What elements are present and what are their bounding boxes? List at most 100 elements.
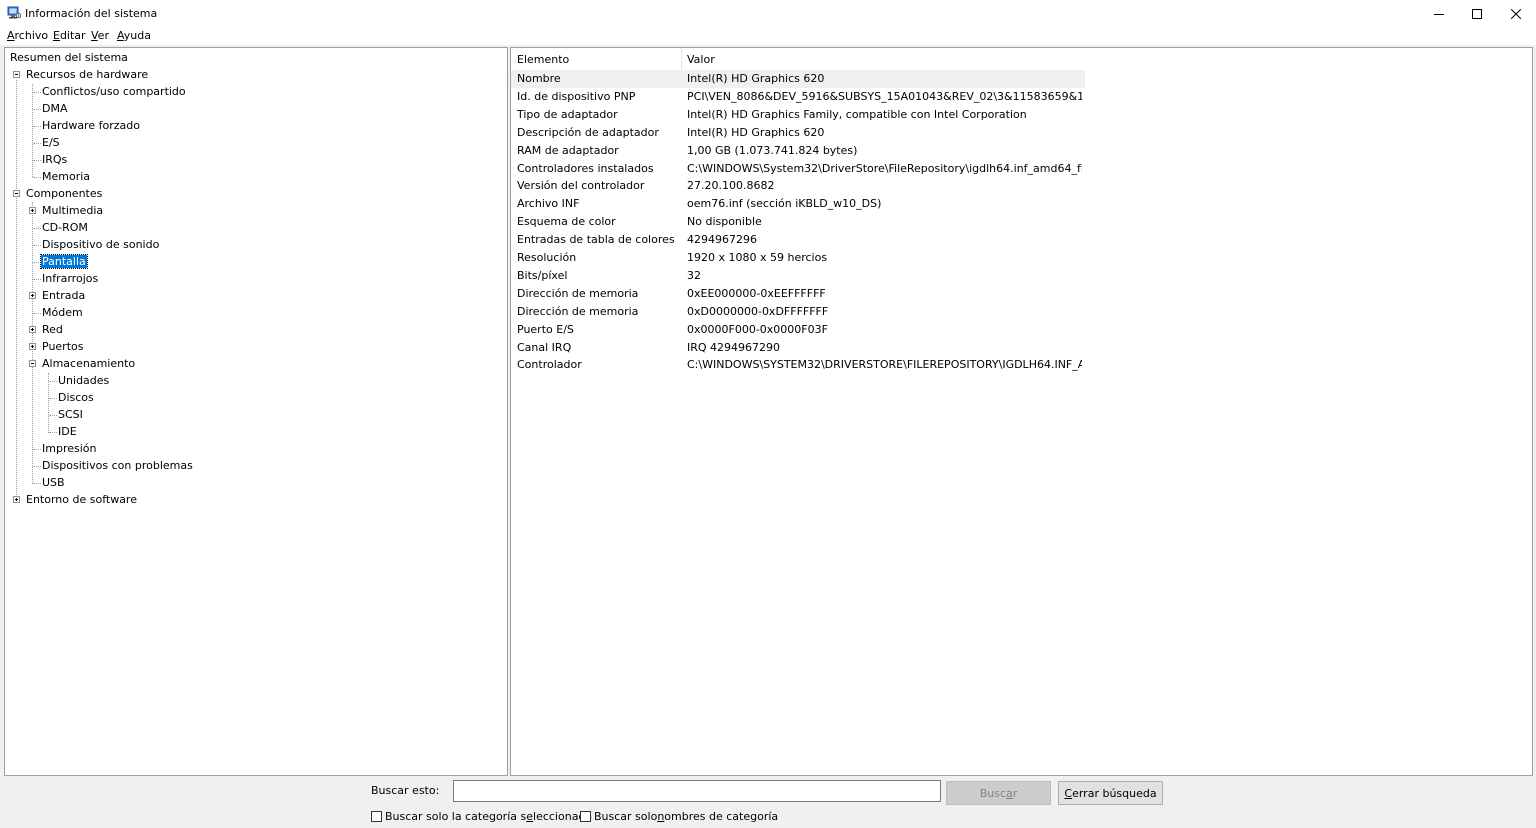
table-row[interactable]: Entradas de tabla de colores 4294967296: [511, 231, 1085, 249]
table-row[interactable]: Dirección de memoria 0xEE000000-0xEEFFFFF…: [511, 285, 1085, 303]
row-value: 4294967296: [687, 233, 757, 247]
collapse-icon[interactable]: [29, 360, 36, 367]
row-element: Puerto E/S: [517, 322, 574, 336]
row-element: Resolución: [517, 251, 577, 264]
tree-item-pantalla[interactable]: Pantalla: [40, 254, 88, 269]
search-input[interactable]: [453, 780, 941, 802]
table-row[interactable]: Descripción de adaptador Intel(R) HD Grap…: [511, 124, 1085, 142]
table-row[interactable]: Esquema de color No disponible: [511, 213, 1085, 231]
tree-item-dispositivos-problemas[interactable]: Dispositivos con problemas: [41, 458, 194, 473]
row-value: PCI\VEN_8086&DEV_5916&SUBSYS_15A01043&RE…: [687, 89, 1082, 103]
search-category-names-checkbox[interactable]: Buscar solo n ombres de categoría: [580, 810, 778, 823]
tree-item-puertos[interactable]: Puertos: [41, 339, 84, 354]
tree-item-unidades[interactable]: Unidades: [57, 373, 110, 388]
table-row[interactable]: Dirección de memoria 0xD0000000-0xDFFFFFF…: [511, 303, 1085, 321]
row-element: Nombre: [517, 72, 561, 85]
table-row[interactable]: Bits/píxel 32: [511, 267, 1085, 285]
tree-item-es[interactable]: E/S: [41, 135, 61, 150]
row-value: 1,00 GB (1.073.741.824 bytes): [687, 143, 858, 157]
column-header-valor[interactable]: Valor: [687, 53, 715, 66]
expand-icon[interactable]: [13, 496, 20, 503]
tree-item-memoria[interactable]: Memoria: [41, 169, 91, 184]
table-row[interactable]: Tipo de adaptador Intel(R) HD Graphics Fa…: [511, 106, 1085, 124]
tree-item-conflictos[interactable]: Conflictos/uso compartido: [41, 84, 187, 99]
tree-item-usb[interactable]: USB: [41, 475, 66, 490]
minimize-icon: [1434, 13, 1444, 15]
expand-icon[interactable]: [29, 292, 36, 299]
tree-item-hardware-forzado[interactable]: Hardware forzado: [41, 118, 141, 133]
details-list[interactable]: Elemento Valor Nombre Intel(R) HD Graphic…: [510, 47, 1533, 776]
table-row[interactable]: Archivo INF oem76.inf (sección iKBLD_w10_…: [511, 195, 1085, 213]
close-search-button[interactable]: Cerrar búsqueda: [1058, 781, 1163, 805]
row-element: Bits/píxel: [517, 268, 568, 282]
row-element: RAM de adaptador: [517, 143, 619, 157]
tree-item-componentes[interactable]: Componentes: [25, 186, 103, 201]
menu-archivo[interactable]: Archivo: [7, 29, 48, 42]
tree-item-entrada[interactable]: Entrada: [41, 288, 86, 303]
tree-item-resumen[interactable]: Resumen del sistema: [9, 50, 129, 65]
tree-item-modem[interactable]: Módem: [41, 305, 84, 320]
row-element: Entradas de tabla de colores: [517, 233, 675, 247]
table-row[interactable]: Puerto E/S 0x0000F000-0x0000F03F: [511, 321, 1085, 339]
tree-item-impresion[interactable]: Impresión: [41, 441, 97, 456]
row-value: IRQ 4294967290: [687, 340, 781, 354]
table-row[interactable]: RAM de adaptador 1,00 GB (1.073.741.824 b…: [511, 142, 1085, 160]
tree-item-red[interactable]: Red: [41, 322, 64, 337]
row-value: oem76.inf (sección iKBLD_w10_DS): [687, 197, 882, 211]
table-row[interactable]: Canal IRQ IRQ 4294967290: [511, 339, 1085, 357]
menu-ayuda[interactable]: Ayuda: [117, 29, 151, 42]
tree-line: [49, 381, 57, 382]
search-selected-category-checkbox[interactable]: Buscar solo la categoría s e leccionada: [371, 810, 592, 823]
category-tree[interactable]: Resumen del sistema Recursos de hardware…: [4, 47, 508, 776]
collapse-icon[interactable]: [13, 71, 20, 78]
tree-line: [33, 143, 41, 144]
row-element: Dirección de memoria: [517, 286, 639, 300]
tree-line: [33, 483, 41, 484]
tree-line: [49, 415, 57, 416]
tree-item-ide[interactable]: IDE: [57, 424, 78, 439]
tree-line: [33, 313, 41, 314]
menu-editar[interactable]: Editar: [53, 29, 86, 42]
search-button[interactable]: Busc a r: [946, 781, 1051, 805]
tree-item-irqs[interactable]: IRQs: [41, 152, 68, 167]
table-row[interactable]: Nombre Intel(R) HD Graphics 620: [511, 70, 1085, 88]
system-info-icon: [7, 6, 22, 19]
row-value: Intel(R) HD Graphics 620: [687, 125, 825, 139]
tree-item-almacenamiento[interactable]: Almacenamiento: [41, 356, 136, 371]
tree-line: [33, 279, 41, 280]
checkbox-box[interactable]: [580, 811, 591, 822]
tree-line: [49, 432, 57, 433]
expand-icon[interactable]: [29, 326, 36, 333]
tree-item-cdrom[interactable]: CD-ROM: [41, 220, 89, 235]
expand-icon[interactable]: [29, 207, 36, 214]
collapse-icon[interactable]: [13, 190, 20, 197]
expand-icon[interactable]: [29, 343, 36, 350]
tree-item-dma[interactable]: DMA: [41, 101, 69, 116]
table-row[interactable]: Versión del controlador 27.20.100.8682: [511, 177, 1085, 195]
tree-item-recursos-hardware[interactable]: Recursos de hardware: [25, 67, 149, 82]
column-divider[interactable]: [681, 48, 682, 70]
tree-item-multimedia[interactable]: Multimedia: [41, 203, 104, 218]
row-value: 27.20.100.8682: [687, 179, 775, 193]
tree-line: [33, 126, 41, 127]
tree-line: [33, 109, 41, 110]
row-value: C:\WINDOWS\System32\DriverStore\FileRepo…: [687, 161, 1082, 175]
checkbox-box[interactable]: [371, 811, 382, 822]
tree-item-sonido[interactable]: Dispositivo de sonido: [41, 237, 160, 252]
row-value: 1920 x 1080 x 59 hercios: [687, 251, 828, 264]
row-element: Controlador: [517, 358, 582, 372]
close-icon: [1511, 8, 1521, 19]
tree-item-scsi[interactable]: SCSI: [57, 407, 84, 422]
table-row[interactable]: Controlador C:\WINDOWS\SYSTEM32\DRIVERSTO…: [511, 356, 1085, 374]
search-label: Buscar esto:: [371, 784, 440, 797]
tree-item-infrarrojos[interactable]: Infrarrojos: [41, 271, 99, 286]
table-row[interactable]: Resolución 1920 x 1080 x 59 hercios: [511, 249, 1085, 267]
column-header-elemento[interactable]: Elemento: [517, 53, 569, 66]
menu-ver[interactable]: Ver: [91, 29, 109, 42]
table-row[interactable]: Id. de dispositivo PNP PCI\VEN_8086&DEV_5…: [511, 88, 1085, 106]
close-button[interactable]: [1493, 0, 1536, 27]
tree-item-discos[interactable]: Discos: [57, 390, 95, 405]
table-row[interactable]: Controladores instalados C:\WINDOWS\Syste…: [511, 160, 1085, 178]
title-bar: Información del sistema: [0, 0, 1536, 27]
tree-item-entorno-software[interactable]: Entorno de software: [25, 492, 138, 507]
